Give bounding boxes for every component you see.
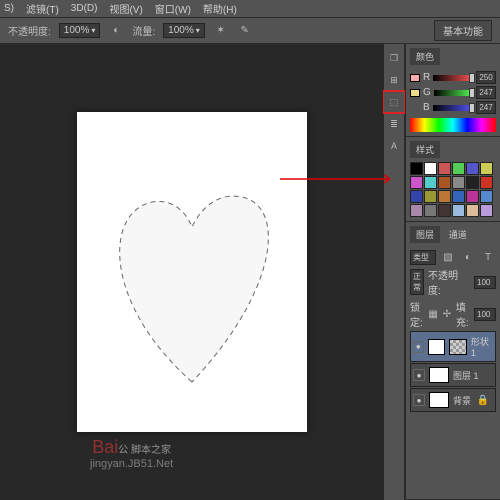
g-label: G	[423, 87, 431, 98]
layer-thumb[interactable]	[429, 367, 449, 383]
opacity-field[interactable]: 100%▾	[59, 23, 101, 38]
layer-name[interactable]: 图层 1	[453, 369, 479, 382]
visibility-toggle[interactable]: ●	[413, 341, 424, 353]
menu-window[interactable]: 窗口(W)	[155, 1, 191, 16]
watermark: Bai公 脚本之家 jingyan.JB51.Net	[90, 437, 173, 470]
style-swatch[interactable]	[466, 162, 479, 175]
style-swatch[interactable]	[466, 204, 479, 217]
menu-filter[interactable]: 滤镜(T)	[26, 1, 59, 16]
r-label: R	[423, 72, 430, 83]
style-swatch[interactable]	[452, 190, 465, 203]
layer-name[interactable]: 形状 1	[471, 335, 493, 358]
style-swatch[interactable]	[438, 162, 451, 175]
fill-value[interactable]: 100	[474, 308, 496, 321]
r-slider[interactable]	[433, 75, 473, 81]
style-swatch[interactable]	[424, 176, 437, 189]
menu-select[interactable]: S)	[4, 3, 14, 14]
style-swatch[interactable]	[480, 162, 493, 175]
collapsed-panel-strip: ❐ ⊞ ⬚ ≣ A	[383, 44, 405, 500]
layer-opacity-label: 不透明度:	[428, 267, 470, 297]
style-swatch[interactable]	[452, 162, 465, 175]
lock-icon: 🔒	[475, 392, 491, 408]
g-slider[interactable]	[434, 90, 473, 96]
filter-text-icon[interactable]: T	[480, 249, 496, 265]
main-area: ❐ ⊞ ⬚ ≣ A 颜色 R 250 G 247 B 2	[0, 44, 500, 500]
style-swatch[interactable]	[452, 176, 465, 189]
flow-label: 流量:	[132, 23, 155, 38]
channels-tab[interactable]: 通道	[443, 226, 473, 243]
style-swatch[interactable]	[438, 176, 451, 189]
canvas-area[interactable]	[0, 44, 383, 500]
menu-view[interactable]: 视图(V)	[109, 1, 142, 16]
callout-arrow	[280, 174, 390, 184]
b-slider[interactable]	[433, 105, 473, 111]
style-swatch[interactable]	[410, 204, 423, 217]
layer-filter-type[interactable]: 类型	[410, 250, 436, 265]
color-panel: 颜色 R 250 G 247 B 247	[406, 44, 500, 137]
b-value[interactable]: 247	[476, 101, 496, 114]
styles-grid	[410, 162, 496, 217]
airbrush-icon[interactable]: ✶	[213, 23, 229, 39]
lock-pixels-icon[interactable]: ▦	[428, 306, 438, 322]
fg-color-chip[interactable]	[410, 74, 420, 82]
lock-label: 锁定:	[410, 299, 424, 329]
lock-position-icon[interactable]: ✢	[442, 306, 452, 322]
style-swatch[interactable]	[466, 176, 479, 189]
style-swatch[interactable]	[424, 190, 437, 203]
layers-tab[interactable]: 图层	[410, 226, 440, 243]
color-tab[interactable]: 颜色	[410, 48, 440, 65]
style-swatch[interactable]	[424, 162, 437, 175]
layer-thumb[interactable]	[429, 392, 449, 408]
style-swatch[interactable]	[480, 204, 493, 217]
layer-row[interactable]: ● 形状 1	[410, 331, 496, 362]
properties-icon[interactable]: ⊞	[384, 70, 404, 90]
flow-field[interactable]: 100%▾	[163, 23, 205, 38]
layer-thumb[interactable]	[428, 339, 446, 355]
heart-selection	[97, 172, 287, 392]
styles-tab[interactable]: 样式	[410, 141, 440, 158]
blend-mode[interactable]: 正常	[410, 269, 424, 295]
style-swatch[interactable]	[424, 204, 437, 217]
history-icon[interactable]: ❐	[384, 48, 404, 68]
layer-row[interactable]: ● 背景 🔒	[410, 388, 496, 412]
pressure-size-icon[interactable]: ✎	[237, 23, 253, 39]
workspace-switcher[interactable]: 基本功能	[434, 20, 492, 41]
style-swatch[interactable]	[410, 176, 423, 189]
menu-3d[interactable]: 3D(D)	[71, 3, 98, 14]
bg-color-chip[interactable]	[410, 89, 420, 97]
visibility-toggle[interactable]: ●	[413, 369, 425, 381]
style-swatch[interactable]	[410, 190, 423, 203]
color-spectrum[interactable]	[410, 118, 496, 132]
layer-opacity-value[interactable]: 100	[474, 276, 496, 289]
options-bar: 不透明度: 100%▾ ◐ 流量: 100%▾ ✶ ✎ 基本功能	[0, 18, 500, 44]
style-swatch[interactable]	[410, 162, 423, 175]
styles-panel: 样式	[406, 137, 500, 222]
g-value[interactable]: 247	[476, 86, 496, 99]
filter-adjust-icon[interactable]: ◐	[460, 249, 476, 265]
style-swatch[interactable]	[466, 190, 479, 203]
layer-name[interactable]: 背景	[453, 394, 471, 407]
brushes-icon[interactable]: ≣	[384, 114, 404, 134]
style-swatch[interactable]	[480, 190, 493, 203]
swatches-icon[interactable]: ⬚	[384, 92, 404, 112]
style-swatch[interactable]	[452, 204, 465, 217]
layers-panel: 图层 通道 类型 ▧ ◐ T 正常 不透明度: 100 锁定: ▦ ✢ 填充: …	[406, 222, 500, 500]
menu-bar: S) 滤镜(T) 3D(D) 视图(V) 窗口(W) 帮助(H)	[0, 0, 500, 18]
visibility-toggle[interactable]: ●	[413, 394, 425, 406]
style-swatch[interactable]	[438, 204, 451, 217]
r-value[interactable]: 250	[476, 71, 496, 84]
filter-pixel-icon[interactable]: ▧	[440, 249, 456, 265]
opacity-label: 不透明度:	[8, 23, 51, 38]
style-swatch[interactable]	[438, 190, 451, 203]
right-panels: 颜色 R 250 G 247 B 247 样式	[405, 44, 500, 500]
style-swatch[interactable]	[480, 176, 493, 189]
menu-help[interactable]: 帮助(H)	[203, 1, 237, 16]
document-canvas[interactable]	[77, 112, 307, 432]
layer-mask-thumb[interactable]	[449, 339, 467, 355]
character-icon[interactable]: A	[384, 136, 404, 156]
fill-label: 填充:	[456, 299, 470, 329]
pressure-opacity-icon[interactable]: ◐	[108, 23, 124, 39]
b-label: B	[423, 102, 430, 113]
layer-row[interactable]: ● 图层 1	[410, 363, 496, 387]
